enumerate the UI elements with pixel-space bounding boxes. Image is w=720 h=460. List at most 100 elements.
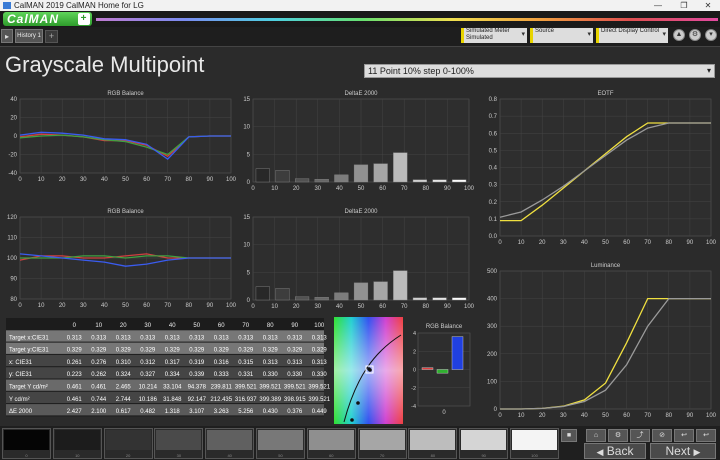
table-cell: 2.100 (91, 409, 107, 415)
luminance-x-tick: 20 (539, 413, 546, 419)
rgb-balance-small-bar-0 (421, 367, 434, 370)
deltae_top-bar (295, 178, 310, 183)
table-cell: 3.263 (214, 409, 230, 415)
deltae_top-x-tick: 20 (293, 186, 300, 192)
deltae_bottom-title: DeltaE 2000 (344, 209, 378, 215)
swatch-label: 90 (481, 453, 486, 458)
rgb_balance_top-x-tick: 40 (101, 177, 108, 183)
deltae_top-bar (255, 168, 270, 183)
swatch-color (258, 430, 303, 450)
gray-swatch-0[interactable]: 0 (2, 428, 51, 459)
deltae_bottom-x-tick: 50 (358, 304, 365, 310)
table-cell: 0.313 (214, 335, 230, 341)
redo-icon[interactable]: ↩ (696, 429, 716, 442)
swatch-label: 10 (75, 453, 80, 458)
rgb-balance-small-bar-2 (451, 336, 464, 370)
eotf-y-tick: 0.3 (489, 183, 498, 189)
deltae_bottom-x-tick: 90 (444, 304, 451, 310)
deltae_top-y-tick: 5 (247, 152, 251, 158)
table-row-label: Y cd/m² (9, 397, 30, 403)
table-cell: 0.310 (116, 360, 132, 366)
deltae_top-bar (334, 174, 349, 183)
stop-button[interactable]: ■ (561, 429, 577, 442)
charts-canvas: RGB Balance40200-20-400 10 20 30 40 50 60 70 80 9… (6, 91, 717, 424)
eotf-x-tick: 100 (706, 240, 717, 246)
swatch-label: 40 (227, 453, 232, 458)
deltae_bottom-x-tick: 20 (293, 304, 300, 310)
table-row-label: Target x:CIE31 (9, 335, 49, 341)
rgb_balance_top-y-tick: -20 (8, 153, 17, 159)
deltae_top-x-tick: 40 (336, 186, 343, 192)
gray-swatch-80[interactable]: 80 (408, 428, 458, 459)
back-button[interactable]: ◀ Back (584, 443, 646, 459)
table-cell: 0.339 (189, 372, 205, 378)
table-cell: 0.317 (165, 360, 181, 366)
deltae_bottom-bar (334, 292, 349, 301)
table-cell: 0.334 (165, 372, 181, 378)
rgb-balance-small-title: RGB Balance (426, 324, 463, 330)
deltae_top-bar (452, 179, 467, 183)
table-cell: 0.331 (238, 372, 254, 378)
swatch-label: 30 (176, 453, 182, 458)
gray-swatch-10[interactable]: 10 (52, 428, 102, 459)
swatch-color (156, 430, 202, 450)
table-cell: 0.461 (91, 385, 107, 391)
gray-swatch-90[interactable]: 90 (459, 428, 509, 459)
undo-icon[interactable]: ↩ (674, 429, 694, 442)
settings-icon[interactable]: ⚙ (608, 429, 628, 442)
table-cell: 0.329 (214, 348, 230, 354)
deltae_top-bar (373, 163, 388, 183)
rgb_balance_bottom-x-tick: 90 (207, 303, 214, 309)
gray-swatch-60[interactable]: 60 (306, 428, 356, 459)
gray-swatch-50[interactable]: 50 (256, 428, 305, 459)
swatch-label: 100 (531, 453, 538, 458)
rgb_balance_top-x-tick: 80 (185, 177, 192, 183)
measured-point-3 (350, 418, 354, 422)
table-cell: 0.313 (287, 360, 303, 366)
table-cell: 0.329 (91, 348, 107, 354)
table-cell: 399.389 (259, 397, 281, 403)
table-cell: 0.324 (116, 372, 132, 378)
rgb_balance_bottom-x-tick: 0 (18, 303, 22, 309)
deltae_bottom-x-tick: 10 (271, 304, 278, 310)
deltae_top-y-tick: 10 (243, 125, 250, 131)
rgb_balance_bottom-y-tick: 90 (10, 277, 17, 283)
eotf-x-tick: 40 (581, 240, 588, 246)
luminance-y-tick: 500 (487, 269, 498, 275)
table-cell: 0.313 (116, 335, 132, 341)
table-cell: 0.313 (67, 335, 83, 341)
deltae_top-bar (393, 152, 408, 183)
luminance-x-tick: 0 (498, 413, 502, 419)
eotf-y-tick: 0.6 (489, 131, 498, 137)
eotf-y-tick: 0.8 (489, 97, 498, 103)
home-icon[interactable]: ⌂ (586, 429, 606, 442)
swatch-color (105, 430, 151, 450)
next-button[interactable]: Next ▶ (650, 443, 716, 459)
deltae_top-x-tick: 100 (464, 186, 475, 192)
gray-swatch-40[interactable]: 40 (205, 428, 255, 459)
table-cell: 10.186 (139, 397, 158, 403)
gray-swatch-100[interactable]: 100 (510, 428, 559, 459)
table-cell: 0.313 (189, 335, 205, 341)
luminance-x-tick: 70 (644, 413, 651, 419)
deltae_bottom-bar (432, 297, 447, 301)
deltae_top-bar (353, 164, 369, 183)
table-row-label: Target y:CIE31 (9, 348, 49, 354)
rgb_balance_top-x-tick: 0 (18, 177, 22, 183)
deltae_bottom-bar (393, 270, 408, 301)
gray-swatch-30[interactable]: 30 (154, 428, 204, 459)
gray-swatch-20[interactable]: 20 (103, 428, 153, 459)
gray-swatch-70[interactable]: 70 (357, 428, 407, 459)
luminance-y-tick: 200 (487, 352, 498, 358)
deltae_top-y-tick: 15 (243, 97, 250, 103)
table-cell: 399.521 (235, 385, 257, 391)
deltae_bottom-bar (275, 288, 290, 301)
export-icon[interactable]: ⤴ (630, 429, 650, 442)
link-icon[interactable]: ⊘ (652, 429, 672, 442)
deltae_top-x-tick: 50 (358, 186, 365, 192)
table-cell: 0.313 (140, 335, 156, 341)
table-cell: 0.333 (214, 372, 230, 378)
rgb_balance_top-y-tick: -40 (8, 171, 17, 177)
rgb-balance-small-y-tick: 0 (413, 368, 416, 374)
deltae_bottom-bar (412, 297, 427, 301)
